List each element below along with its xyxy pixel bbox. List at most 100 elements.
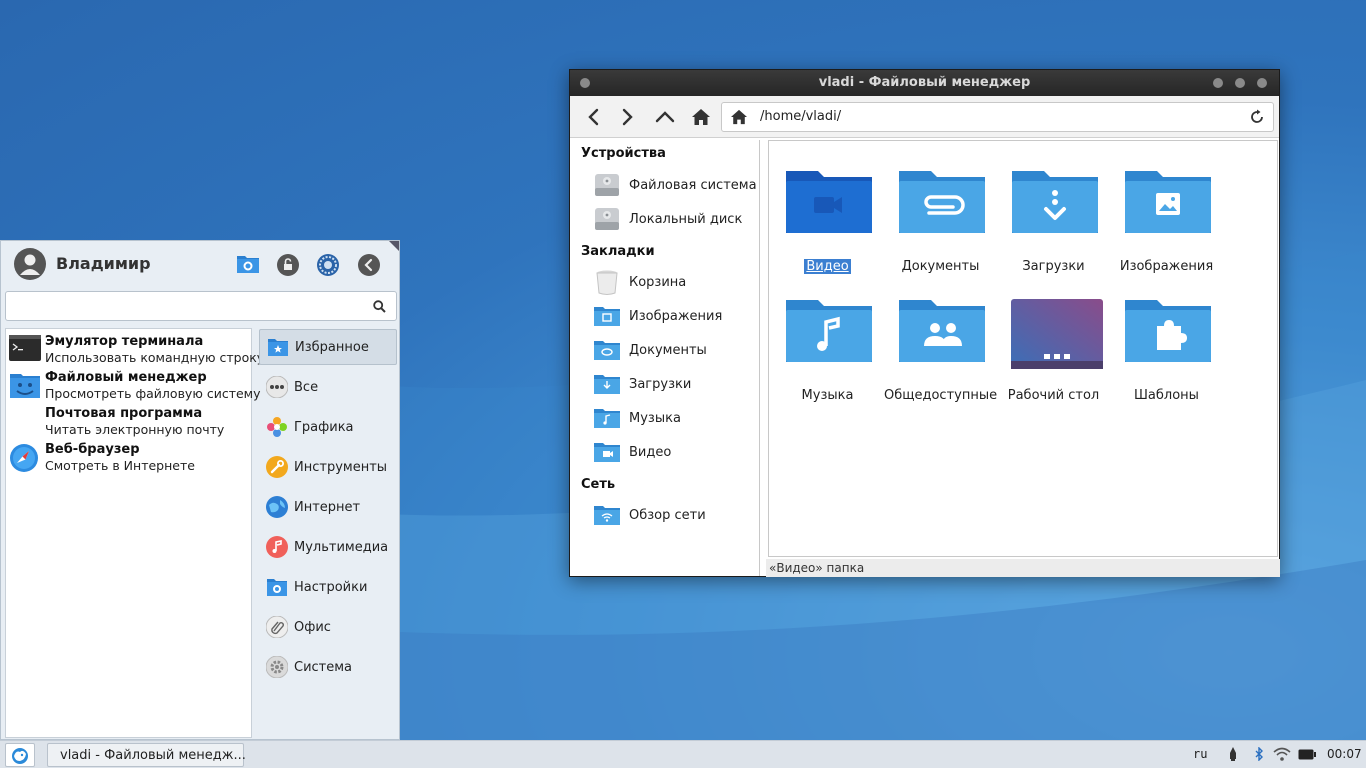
- window-titlebar[interactable]: vladi - Файловый менеджер: [570, 70, 1279, 96]
- drive-icon: [595, 208, 619, 230]
- folder-network-icon: [594, 506, 620, 525]
- folder-pictures-icon: [594, 307, 620, 326]
- bluetooth-icon[interactable]: [1254, 747, 1264, 761]
- places-sidebar: Устройства Файловая система Локальный ди…: [571, 140, 760, 576]
- file-name: Музыка: [801, 388, 854, 403]
- sidebar-item-video[interactable]: Видео: [593, 437, 758, 467]
- sidebar-item-music[interactable]: Музыка: [593, 403, 758, 433]
- minimize-button[interactable]: [1213, 78, 1223, 88]
- applications-menu-button[interactable]: [5, 743, 35, 767]
- folder-video-icon: [786, 171, 872, 233]
- menu-search-field[interactable]: [5, 291, 397, 321]
- folder-documents-icon: [899, 171, 985, 233]
- file-item-templates[interactable]: Шаблоны: [1110, 298, 1223, 418]
- terminal-icon: [9, 335, 41, 361]
- file-item-public[interactable]: Общедоступные: [884, 298, 997, 418]
- user-name: Владимир: [56, 254, 151, 273]
- file-name: Рабочий стол: [1007, 388, 1100, 403]
- resize-grip-icon[interactable]: [389, 241, 399, 251]
- back-button[interactable]: [581, 105, 605, 129]
- file-item-desktop[interactable]: Рабочий стол: [997, 298, 1110, 418]
- list-item-file-manager[interactable]: Файловый менеджер Просмотреть файловую с…: [8, 368, 261, 402]
- web-browser-icon: [10, 444, 38, 472]
- category-internet[interactable]: Интернет: [259, 489, 397, 525]
- network-wifi-icon[interactable]: [1273, 746, 1291, 762]
- switch-user-button[interactable]: [317, 254, 339, 280]
- settings-manager-button[interactable]: [236, 254, 260, 278]
- close-button[interactable]: [1257, 78, 1267, 88]
- home-icon: [692, 109, 710, 125]
- file-item-music[interactable]: Музыка: [771, 298, 884, 418]
- up-button[interactable]: [653, 105, 677, 129]
- keyboard-layout-indicator[interactable]: ru: [1193, 747, 1207, 761]
- chevron-up-icon: [655, 111, 675, 123]
- sidebar-item-downloads[interactable]: Загрузки: [593, 369, 758, 399]
- office-icon: [266, 616, 288, 638]
- home-icon: [731, 109, 747, 125]
- internet-icon: [266, 496, 288, 518]
- logout-button[interactable]: [358, 254, 380, 280]
- category-office[interactable]: Офис: [259, 609, 397, 645]
- battery-icon[interactable]: [1298, 749, 1316, 760]
- folder-music-icon: [786, 300, 872, 362]
- folder-downloads-icon: [1012, 171, 1098, 233]
- lock-icon: [277, 254, 299, 276]
- file-manager-window[interactable]: vladi - Файловый менеджер /home/vladi/ У…: [569, 69, 1280, 577]
- folder-desktop-icon: [1011, 299, 1103, 369]
- drive-icon: [595, 174, 619, 196]
- list-item-web-browser[interactable]: Веб-браузер Смотреть в Интернете: [8, 440, 252, 474]
- lock-screen-button[interactable]: [277, 254, 299, 280]
- file-item-downloads[interactable]: Загрузки: [997, 169, 1110, 289]
- taskbar-window-file-manager[interactable]: vladi - Файловый менедж...: [47, 743, 246, 767]
- reload-icon[interactable]: [1249, 109, 1265, 125]
- file-icon-view[interactable]: Видео Документы Загрузки Изображения Муз…: [768, 140, 1278, 557]
- list-item-mail[interactable]: Почтовая программа Читать электронную по…: [8, 404, 252, 438]
- sidebar-header-devices: Устройства: [581, 146, 666, 161]
- home-button[interactable]: [689, 105, 713, 129]
- file-name: Видео: [804, 259, 851, 274]
- file-name: Изображения: [1119, 259, 1214, 274]
- category-favorites[interactable]: Избранное: [259, 329, 397, 365]
- graphics-icon: [267, 417, 287, 437]
- favorites-icon: [268, 339, 288, 356]
- settings-icon: [267, 579, 287, 596]
- location-path[interactable]: /home/vladi/: [760, 109, 841, 124]
- taskbar: vladi - Файловый менедж... ru 00:07: [0, 740, 1366, 768]
- xfce-logo-icon: [12, 748, 28, 764]
- file-item-pictures[interactable]: Изображения: [1110, 169, 1223, 289]
- folder-documents-icon: [594, 341, 620, 360]
- file-name: Загрузки: [1022, 259, 1085, 274]
- sidebar-item-filesystem[interactable]: Файловая система: [593, 170, 758, 200]
- trash-icon: [596, 270, 618, 295]
- sidebar-item-trash[interactable]: Корзина: [593, 267, 758, 297]
- folder-music-icon: [594, 409, 620, 428]
- category-tools[interactable]: Инструменты: [259, 449, 397, 485]
- window-menu-button[interactable]: [580, 78, 590, 88]
- chevron-left-icon: [588, 108, 599, 126]
- clock[interactable]: 00:07: [1327, 747, 1362, 761]
- category-graphics[interactable]: Графика: [259, 409, 397, 445]
- location-bar[interactable]: /home/vladi/: [721, 102, 1274, 132]
- file-item-video[interactable]: Видео: [771, 169, 884, 289]
- chevron-right-icon: [622, 108, 633, 126]
- maximize-button[interactable]: [1235, 78, 1245, 88]
- toolbar: /home/vladi/: [570, 96, 1279, 138]
- sidebar-item-network[interactable]: Обзор сети: [593, 500, 758, 530]
- sidebar-item-documents[interactable]: Документы: [593, 335, 758, 365]
- switch-user-icon: [317, 254, 339, 276]
- category-system[interactable]: Система: [259, 649, 397, 685]
- category-settings[interactable]: Настройки: [259, 569, 397, 605]
- list-item-terminal[interactable]: Эмулятор терминала Использовать командну…: [8, 332, 264, 366]
- file-name: Общедоступные: [884, 388, 998, 403]
- category-all[interactable]: Все: [259, 369, 397, 405]
- sidebar-item-local-disk[interactable]: Локальный диск: [593, 204, 758, 234]
- folder-video-icon: [594, 443, 620, 462]
- forward-button[interactable]: [616, 105, 640, 129]
- notification-icon[interactable]: [1228, 747, 1238, 761]
- settings-icon: [237, 256, 259, 273]
- applications-menu[interactable]: Владимир Эмулятор терминала Использовать…: [0, 240, 400, 740]
- category-multimedia[interactable]: Мультимедиа: [259, 529, 397, 565]
- sidebar-item-pictures[interactable]: Изображения: [593, 301, 758, 331]
- tools-icon: [266, 456, 288, 478]
- file-item-documents[interactable]: Документы: [884, 169, 997, 289]
